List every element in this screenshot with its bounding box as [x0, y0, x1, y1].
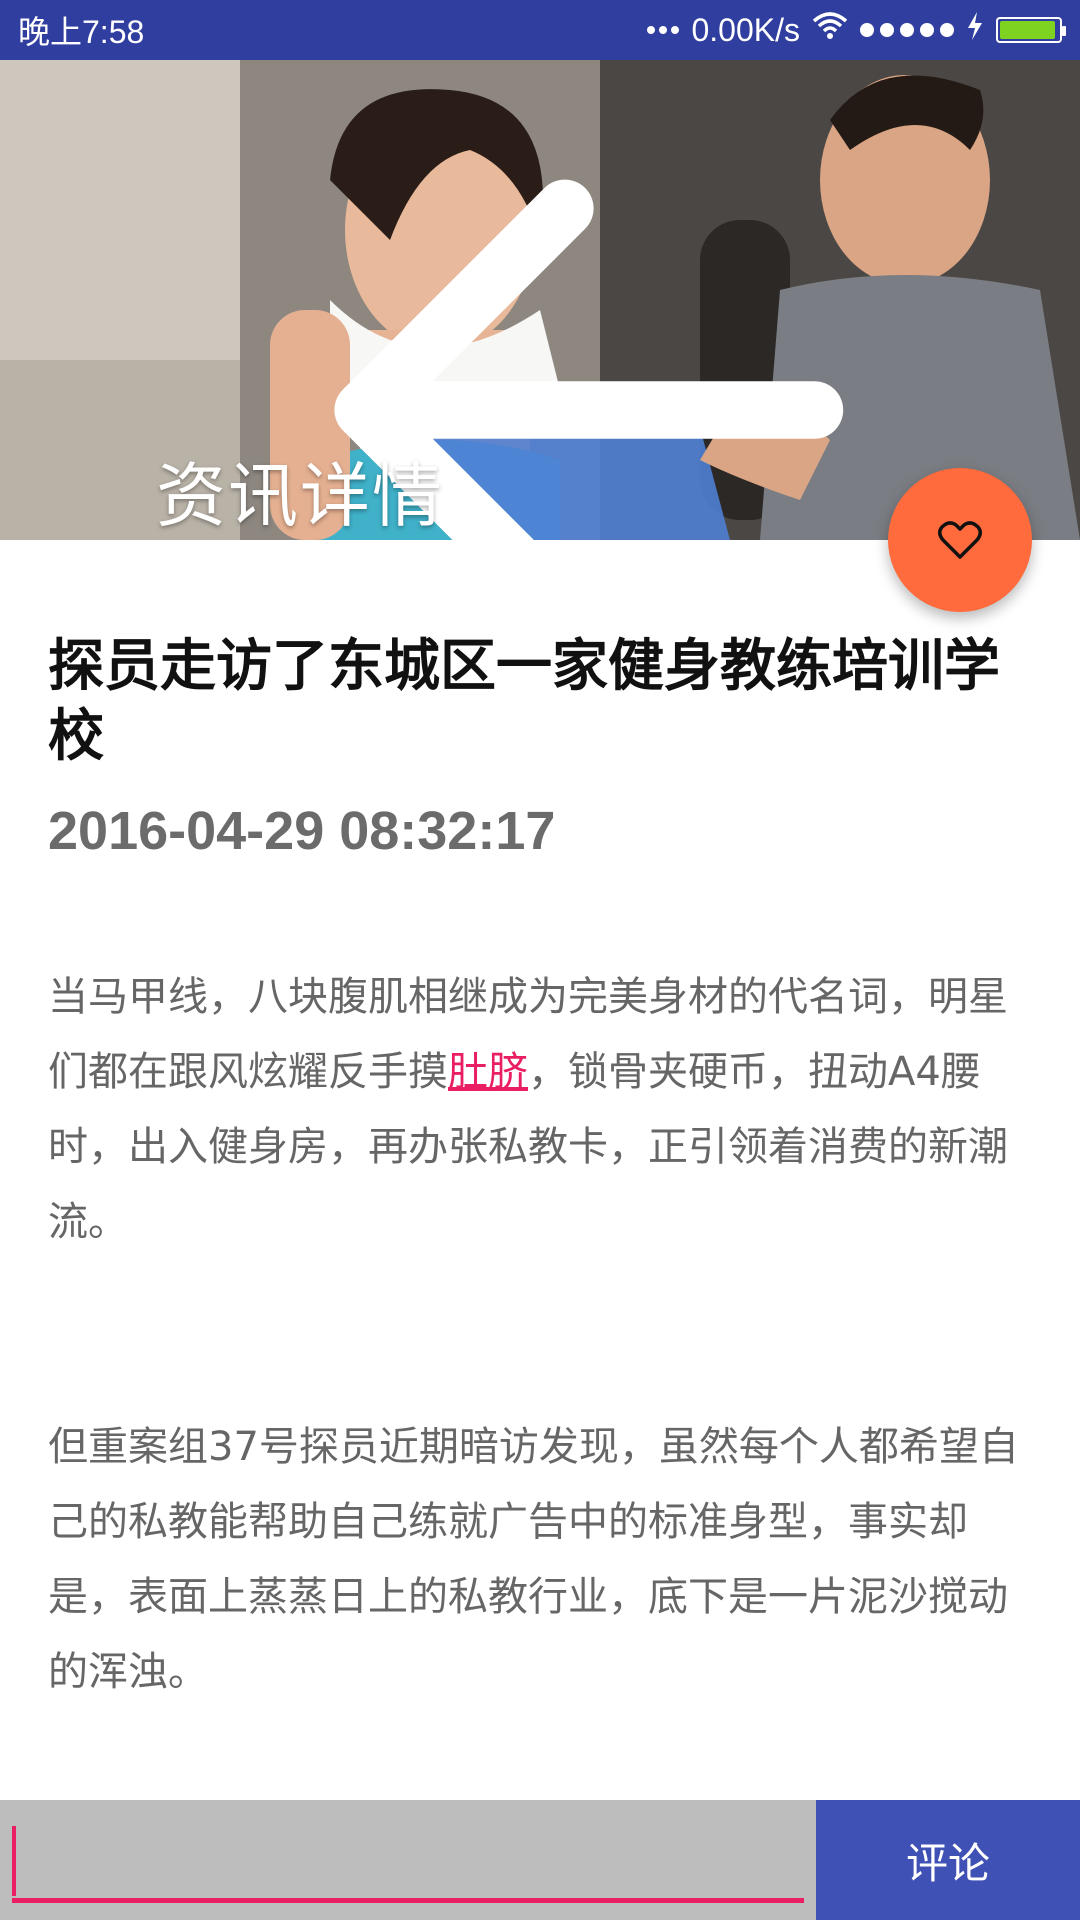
status-icons: 0.00K/s [647, 11, 1066, 49]
comment-submit-button[interactable]: 评论 [816, 1800, 1080, 1920]
dots-icon [647, 26, 680, 34]
favorite-button[interactable] [888, 468, 1032, 612]
article-body: 当马甲线，八块腹肌相继成为完美身材的代名词，明星们都在跟风炫耀反手摸肚脐，锁骨夹… [48, 960, 1038, 1800]
charging-icon [966, 11, 984, 49]
status-time: 晚上7:58 [18, 14, 145, 50]
page-title: 资讯详情 [156, 455, 444, 537]
header-image: 资讯详情 [0, 60, 1080, 540]
battery-icon [996, 17, 1066, 43]
comment-bar: 评论 [0, 1800, 1080, 1920]
article-paragraph: 当马甲线，八块腹肌相继成为完美身材的代名词，明星们都在跟风炫耀反手摸肚脐，锁骨夹… [48, 960, 1038, 1260]
comment-input-wrapper [0, 1800, 816, 1920]
input-underline [12, 1898, 804, 1903]
status-bar: 晚上7:58 0.00K/s [0, 0, 1080, 60]
article-title: 探员走访了东城区一家健身教练培训学校 [48, 634, 1000, 769]
heart-outline-icon [938, 521, 982, 559]
wifi-icon [812, 11, 848, 49]
article-paragraph: 但重案组37号探员近期暗访发现，虽然每个人都希望自己的私教能帮助自己练就广告中的… [48, 1424, 1019, 1695]
back-button[interactable] [44, 170, 844, 540]
battery-level [1000, 21, 1056, 39]
comment-input[interactable] [12, 1826, 804, 1896]
network-speed: 0.00K/s [691, 11, 800, 48]
article-link[interactable]: 肚脐 [448, 1049, 528, 1095]
signal-icon [860, 23, 954, 37]
article-date: 2016-04-29 08:32:17 [48, 801, 556, 861]
